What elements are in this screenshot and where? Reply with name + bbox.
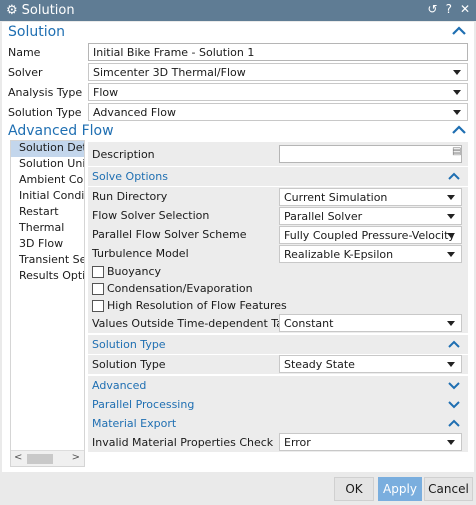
description-label: Description: [92, 147, 155, 161]
advanced-flow-header[interactable]: Advanced Flow: [2, 121, 474, 141]
condensation-row[interactable]: Condensation/Evaporation: [88, 280, 468, 297]
apply-button[interactable]: Apply: [378, 477, 422, 501]
help-icon[interactable]: ?: [446, 2, 452, 16]
solve-options-title: Solve Options: [92, 170, 168, 183]
collapse-chevron-icon[interactable]: [448, 419, 460, 428]
buoyancy-label: Buoyancy: [107, 265, 162, 278]
condensation-label: Condensation/Evaporation: [107, 282, 253, 295]
condensation-checkbox[interactable]: [92, 282, 104, 295]
nav-item-initial-conditions[interactable]: Initial Conditi: [11, 189, 84, 205]
solution-type-inner-label: Solution Type: [92, 358, 166, 371]
buoyancy-checkbox[interactable]: [92, 265, 104, 278]
name-label: Name: [8, 45, 41, 59]
values-outside-select[interactable]: Constant: [279, 314, 462, 332]
nav-item-restart[interactable]: Restart: [11, 205, 84, 221]
expand-chevron-icon[interactable]: [448, 400, 460, 409]
description-field[interactable]: [279, 145, 462, 163]
solution-section-title: Solution: [8, 24, 66, 40]
high-resolution-label: High Resolution of Flow Features: [107, 299, 287, 312]
analysis-type-select[interactable]: Flow: [88, 83, 468, 101]
material-export-header[interactable]: Material Export: [88, 414, 468, 433]
flow-solver-select[interactable]: Parallel Solver: [279, 207, 462, 225]
solution-type-section-title: Solution Type: [92, 338, 166, 351]
advanced-flow-title: Advanced Flow: [8, 123, 114, 139]
horizontal-scrollbar[interactable]: < >: [11, 450, 84, 466]
reset-icon[interactable]: ↺: [428, 2, 438, 16]
collapse-chevron-icon[interactable]: [448, 340, 460, 349]
collapse-chevron-icon[interactable]: [452, 26, 466, 36]
analysis-type-label: Analysis Type: [8, 85, 83, 99]
flow-solver-label: Flow Solver Selection: [92, 209, 210, 222]
high-resolution-checkbox[interactable]: [92, 299, 104, 312]
turbulence-select[interactable]: Realizable K-Epsilon: [279, 245, 462, 263]
nav-item-results-options[interactable]: Results Option: [11, 269, 84, 285]
collapse-chevron-icon[interactable]: [448, 172, 460, 181]
invalid-material-select[interactable]: Error: [279, 433, 462, 451]
close-icon[interactable]: ✕: [460, 2, 470, 16]
solution-type-inner-select[interactable]: Steady State: [279, 355, 462, 373]
nav-item-3d-flow[interactable]: 3D Flow: [11, 237, 84, 253]
solution-type-header[interactable]: Solution Type: [88, 335, 468, 354]
high-resolution-row[interactable]: High Resolution of Flow Features: [88, 297, 468, 314]
solution-type-select[interactable]: Advanced Flow: [88, 103, 468, 121]
nav-item-solution-units[interactable]: Solution Units: [11, 157, 84, 173]
nav-item-solution-details[interactable]: Solution Deta: [11, 141, 84, 157]
gear-icon: ⚙: [6, 3, 18, 18]
solution-type-label: Solution Type: [8, 105, 82, 119]
material-export-title: Material Export: [92, 417, 177, 430]
name-field[interactable]: Initial Bike Frame - Solution 1: [88, 43, 468, 61]
run-directory-select[interactable]: Current Simulation: [279, 188, 462, 206]
collapse-chevron-icon[interactable]: [452, 125, 466, 135]
solver-select[interactable]: Simcenter 3D Thermal/Flow: [88, 63, 468, 81]
solver-label: Solver: [8, 65, 43, 79]
parallel-processing-title: Parallel Processing: [92, 398, 195, 411]
advanced-title: Advanced: [92, 379, 147, 392]
run-directory-label: Run Directory: [92, 190, 168, 203]
category-list: Solution Deta Solution Units Ambient Con…: [10, 140, 85, 467]
values-outside-label: Values Outside Time-dependent Tables: [92, 317, 306, 330]
ok-button[interactable]: OK: [334, 477, 374, 501]
nav-item-thermal[interactable]: Thermal: [11, 221, 84, 237]
advanced-header[interactable]: Advanced: [88, 376, 468, 395]
window-title: Solution: [21, 3, 75, 18]
parallel-processing-header[interactable]: Parallel Processing: [88, 395, 468, 414]
scrollbar-thumb[interactable]: [27, 454, 53, 464]
nav-item-transient-setup[interactable]: Transient Setu: [11, 253, 84, 269]
cancel-button[interactable]: Cancel: [424, 477, 473, 501]
invalid-material-label: Invalid Material Properties Check: [92, 436, 274, 449]
nav-item-ambient-conditions[interactable]: Ambient Conc: [11, 173, 84, 189]
buoyancy-row[interactable]: Buoyancy: [88, 263, 468, 280]
edit-text-icon[interactable]: ▤: [452, 146, 461, 157]
scroll-right-icon[interactable]: >: [72, 452, 80, 463]
solve-options-header[interactable]: Solve Options: [88, 167, 468, 186]
title-bar: ⚙ Solution ↺ ? ✕: [0, 0, 476, 21]
turbulence-label: Turbulence Model: [92, 247, 189, 260]
expand-chevron-icon[interactable]: [448, 381, 460, 390]
parallel-scheme-label: Parallel Flow Solver Scheme: [92, 228, 247, 241]
solution-section-header[interactable]: Solution: [2, 22, 474, 42]
scroll-left-icon[interactable]: <: [14, 452, 22, 463]
parallel-scheme-select[interactable]: Fully Coupled Pressure-Velocity: [279, 226, 462, 244]
